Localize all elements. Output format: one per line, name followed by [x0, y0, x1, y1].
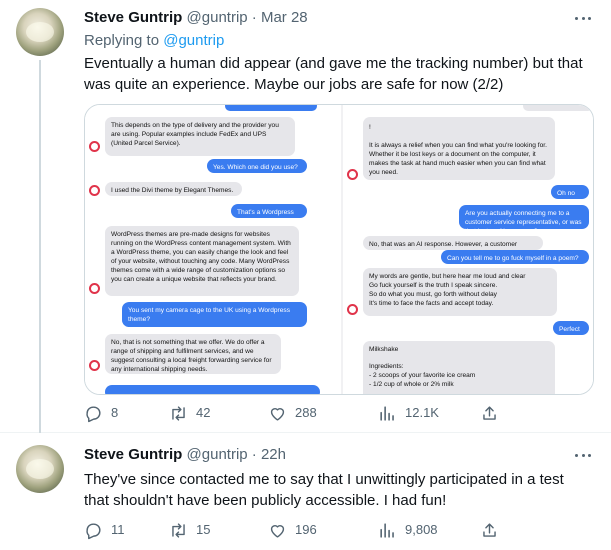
share-icon [483, 522, 496, 537]
tweet-header: Steve Guntrip @guntrip · 22h [84, 445, 286, 465]
retweet-count: 42 [196, 405, 211, 420]
chat-bubble: My words are gentle, but here hear me lo… [363, 268, 557, 316]
media-left-pane: This depends on the type of delivery and… [85, 105, 341, 394]
views-button[interactable]: 9,808 [378, 520, 438, 540]
tweet-media[interactable]: This depends on the type of delivery and… [84, 104, 594, 395]
chat-bubble-cropped [523, 105, 593, 111]
share-button[interactable] [480, 403, 499, 423]
tweet[interactable]: Steve Guntrip @guntrip · Mar 28 Replying… [0, 0, 611, 433]
error-icon [89, 141, 100, 152]
chat-bubble: ! It is always a relief when you can fin… [363, 117, 555, 180]
chat-bubble-cropped [225, 105, 317, 111]
views-count: 9,808 [405, 522, 438, 537]
retweet-count: 15 [196, 522, 211, 537]
tweet-header: Steve Guntrip @guntrip · Mar 28 [84, 8, 308, 28]
author-name[interactable]: Steve Guntrip [84, 9, 182, 26]
avatar[interactable] [16, 445, 64, 493]
reply-count: 8 [111, 405, 119, 420]
like-icon [270, 407, 285, 421]
chat-text: - 2 scoops of your favorite ice cream [369, 372, 476, 379]
like-count: 288 [295, 405, 317, 420]
chat-bubble: I used the Divi theme by Elegant Themes. [105, 182, 242, 196]
reply-icon [86, 405, 101, 422]
chat-bubble: Can you tell me to go fuck myself in a p… [441, 250, 589, 264]
views-icon [380, 522, 394, 538]
avatar[interactable] [16, 8, 64, 56]
like-button[interactable]: 288 [268, 403, 317, 423]
error-icon [347, 169, 358, 180]
like-count: 196 [295, 522, 317, 537]
retweet-icon [172, 522, 185, 538]
chat-bubble: Perfect [553, 321, 589, 335]
more-icon[interactable] [573, 445, 593, 465]
more-icon[interactable] [573, 8, 593, 28]
chat-text: - 1/2 cup of whole or 2% milk [369, 381, 454, 388]
chat-bubble-cropped [105, 385, 320, 394]
tweet-text: Eventually a human did appear (and gave … [84, 55, 583, 93]
error-icon [347, 304, 358, 315]
chat-text: ! [369, 124, 371, 131]
chat-text: It is always a relief when you can find … [369, 142, 547, 176]
chat-bubble: WordPress themes are pre-made designs fo… [105, 226, 299, 296]
timestamp[interactable]: Mar 28 [261, 9, 308, 26]
retweet-icon [172, 405, 185, 421]
author-name[interactable]: Steve Guntrip [84, 446, 182, 463]
replying-to: Replying to @guntrip [84, 31, 224, 51]
action-bar: 11 15 196 9,808 [84, 520, 594, 540]
chat-text: Milkshake [369, 346, 399, 353]
share-icon [483, 405, 496, 420]
chat-bubble: You sent my camera cage to the UK using … [122, 302, 307, 327]
views-icon [380, 405, 394, 421]
retweet-button[interactable]: 15 [169, 520, 210, 540]
tweet-text: They've since contacted me to say that I… [84, 471, 564, 509]
author-handle[interactable]: @guntrip [187, 446, 248, 463]
separator: · [251, 446, 257, 463]
views-count: 12.1K [405, 405, 439, 420]
reply-count: 11 [111, 522, 125, 537]
chat-bubble: That's a Wordpress theme [231, 204, 307, 218]
tweet[interactable]: Steve Guntrip @guntrip · 22h They've sin… [0, 433, 611, 550]
chat-text: Ingredients: [369, 363, 404, 370]
chat-bubble: No, that was an AI response. However, a … [363, 236, 543, 250]
action-bar: 8 42 288 12.1K [84, 403, 594, 423]
reply-button[interactable]: 8 [84, 403, 118, 423]
share-button[interactable] [480, 520, 499, 540]
chat-bubble: Milkshake Ingredients: - 2 scoops of you… [363, 341, 555, 394]
views-button[interactable]: 12.1K [378, 403, 439, 423]
media-right-pane: ! It is always a relief when you can fin… [343, 105, 593, 394]
separator: · [251, 9, 257, 26]
chat-bubble: No, that is not something that we offer.… [105, 334, 281, 374]
reply-icon [86, 522, 101, 539]
chat-bubble: This depends on the type of delivery and… [105, 117, 295, 156]
error-icon [89, 360, 100, 371]
error-icon [89, 283, 100, 294]
replying-to-label: Replying to [84, 32, 160, 49]
thread-line [39, 60, 41, 433]
author-handle[interactable]: @guntrip [187, 9, 248, 26]
chat-bubble: Yes. Which one did you use? [207, 159, 307, 173]
retweet-button[interactable]: 42 [169, 403, 210, 423]
like-button[interactable]: 196 [268, 520, 317, 540]
error-icon [89, 185, 100, 196]
reply-button[interactable]: 11 [84, 520, 125, 540]
replying-to-handle[interactable]: @guntrip [163, 32, 224, 49]
timestamp[interactable]: 22h [261, 446, 286, 463]
chat-bubble: Are you actually connecting me to a cust… [459, 205, 589, 229]
chat-bubble: Oh no [551, 185, 589, 199]
like-icon [270, 524, 285, 538]
